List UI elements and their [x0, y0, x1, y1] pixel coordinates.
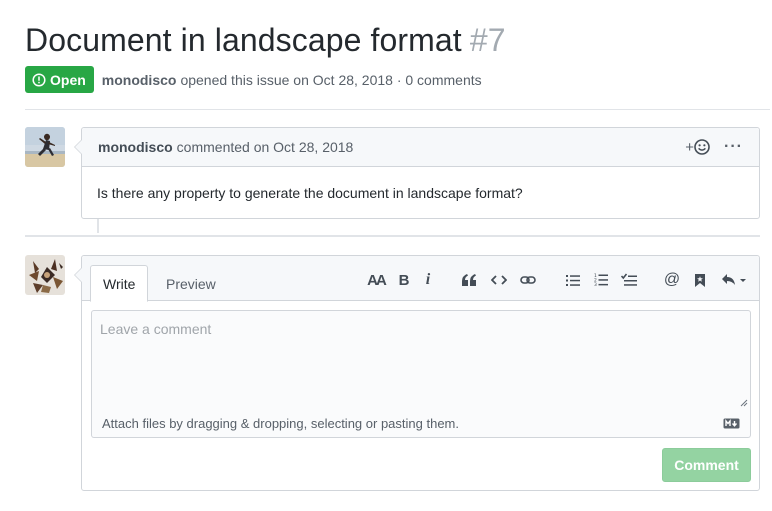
- resize-handle-icon[interactable]: [740, 399, 748, 407]
- timeline-divider: [25, 235, 760, 237]
- code-icon: [491, 275, 507, 285]
- link-button[interactable]: [519, 270, 537, 290]
- issue-number: #7: [469, 22, 506, 58]
- bookmark-icon: [695, 273, 705, 287]
- markdown-icon[interactable]: [723, 418, 740, 429]
- comment-textarea[interactable]: Leave a comment: [91, 310, 751, 410]
- comment-textarea-placeholder: Leave a comment: [100, 321, 212, 337]
- link-icon: [520, 276, 536, 284]
- ordered-list-button[interactable]: 1 2 3: [592, 270, 610, 290]
- comment: monodisco commented on Oct 28, 2018 + ··…: [74, 127, 760, 219]
- issue-meta-text: opened this issue on Oct 28, 2018 · 0 co…: [180, 71, 482, 88]
- status-badge: Open: [25, 66, 94, 93]
- header-divider: [25, 109, 770, 110]
- svg-text:3: 3: [594, 282, 597, 287]
- add-reaction-button[interactable]: +: [685, 139, 710, 156]
- unordered-list-icon: [566, 274, 580, 286]
- italic-button[interactable]: i: [421, 270, 435, 290]
- reply-menu-button[interactable]: [719, 270, 749, 290]
- code-button[interactable]: [490, 270, 508, 290]
- mention-icon: @: [663, 271, 681, 288]
- comment-header: monodisco commented on Oct 28, 2018 + ··…: [82, 128, 759, 167]
- avatar-image-jumping-person: [25, 127, 65, 167]
- tab-preview[interactable]: Preview: [154, 265, 228, 302]
- saved-replies-button[interactable]: [692, 270, 708, 290]
- issue-title-text: Document in landscape format: [25, 22, 462, 58]
- attach-files-text: Attach files by dragging & dropping, sel…: [102, 415, 459, 431]
- bold-icon: B: [398, 271, 410, 289]
- issue-opened-icon: [32, 72, 46, 87]
- status-badge-label: Open: [50, 71, 86, 88]
- bold-button[interactable]: B: [396, 270, 412, 290]
- avatar-image-collage: [25, 255, 65, 295]
- tab-write[interactable]: Write: [90, 265, 149, 302]
- smiley-icon: [694, 139, 710, 155]
- quote-button[interactable]: [460, 270, 478, 290]
- comment-actions: + ···: [685, 139, 743, 156]
- file-attach-bar[interactable]: Attach files by dragging & dropping, sel…: [91, 409, 751, 438]
- more-options-button[interactable]: ···: [724, 139, 743, 155]
- task-list-icon: [621, 273, 637, 286]
- italic-icon: i: [425, 271, 431, 288]
- comment-meta-text: commented on Oct 28, 2018: [176, 139, 354, 155]
- current-user-avatar[interactable]: [25, 255, 65, 295]
- task-list-button[interactable]: [620, 270, 638, 290]
- timeline-connector: [97, 219, 99, 233]
- ordered-list-icon: 1 2 3: [594, 273, 608, 287]
- submit-comment-button[interactable]: Comment: [662, 448, 751, 482]
- unordered-list-button[interactable]: [564, 270, 582, 290]
- heading-button[interactable]: AA: [366, 270, 387, 290]
- quote-icon: [462, 274, 476, 286]
- comment-form-header: Write Preview AA B i 1 2 3 @: [82, 256, 759, 302]
- avatar[interactable]: [25, 127, 65, 167]
- reply-icon: [722, 274, 746, 285]
- issue-author-link[interactable]: monodisco: [102, 72, 177, 88]
- comment-author-link[interactable]: monodisco: [98, 139, 173, 155]
- issue-meta: Open monodisco opened this issue on Oct …: [25, 66, 482, 93]
- issue-title: Document in landscape format #7: [25, 22, 506, 59]
- comment-body: Is there any property to generate the do…: [97, 185, 523, 201]
- heading-icon: AA: [367, 271, 387, 289]
- new-comment-form: Write Preview AA B i 1 2 3 @ Leave a com…: [74, 255, 760, 491]
- add-reaction-plus: +: [685, 138, 695, 156]
- mention-button[interactable]: @: [664, 270, 680, 290]
